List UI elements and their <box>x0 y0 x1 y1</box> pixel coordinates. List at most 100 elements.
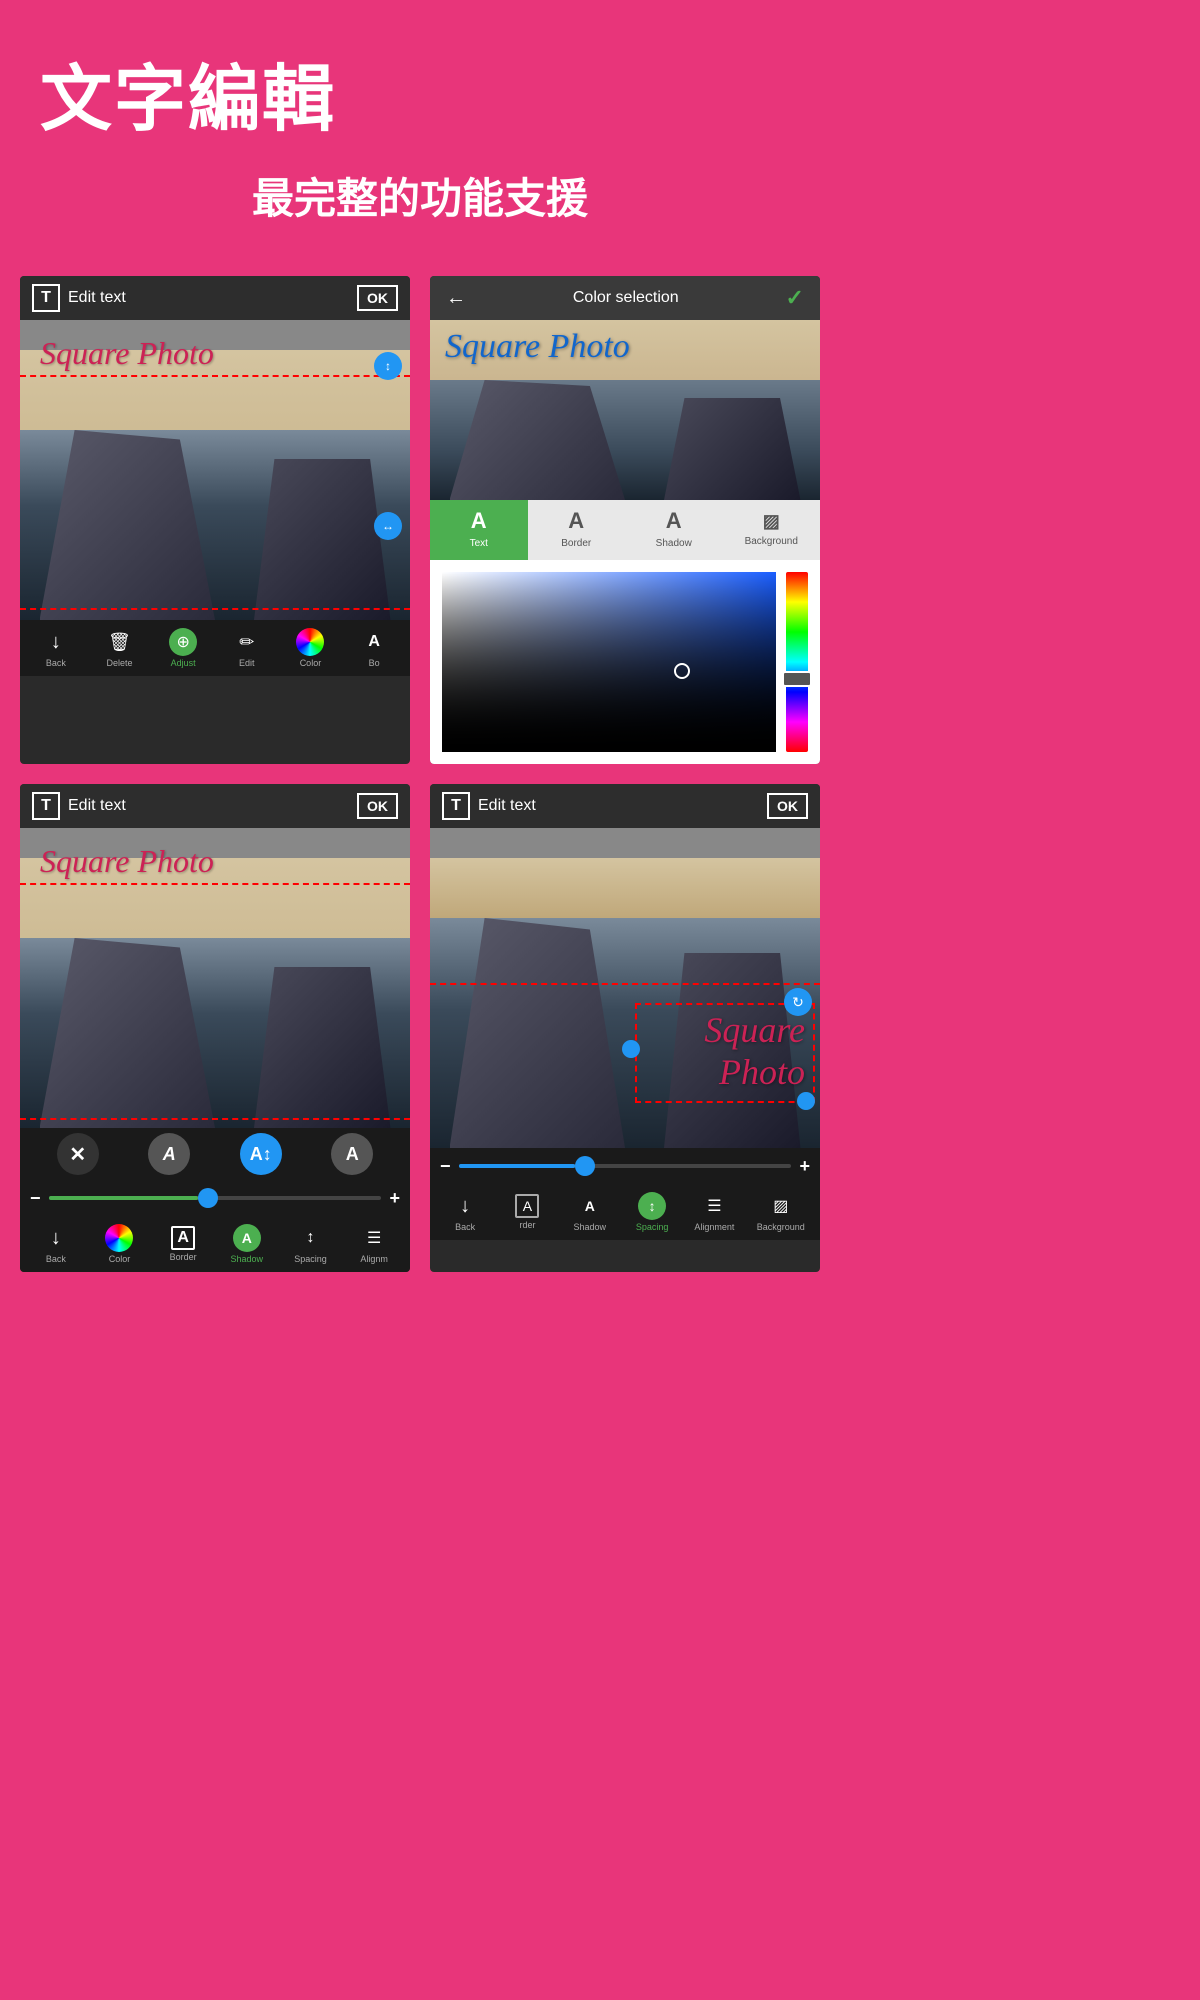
dashed-top-3 <box>20 883 410 885</box>
tab-background[interactable]: ▨ Background <box>723 500 821 560</box>
toolbar-spacing-3[interactable]: ↕ Spacing <box>290 1224 330 1264</box>
script-line1-4: Square <box>704 1009 805 1051</box>
hue-thumb[interactable] <box>782 671 812 687</box>
corner-handle-4[interactable] <box>797 1092 815 1110</box>
ok-button-3[interactable]: OK <box>357 793 398 819</box>
tab-text[interactable]: A Text <box>430 500 528 560</box>
slider-thumb-3[interactable] <box>198 1188 218 1208</box>
dark-photo-3 <box>20 938 410 1128</box>
color-back-arrow[interactable]: ← <box>446 287 466 310</box>
toolbar-back-4[interactable]: ↓ Back <box>445 1192 485 1232</box>
card-edit-text-1: T Edit text OK Square Photo ↕ <box>20 276 410 764</box>
blue-handle-tr[interactable]: ↕ <box>374 352 402 380</box>
slider-fill-4 <box>459 1164 576 1168</box>
slider-track-3[interactable] <box>49 1196 382 1200</box>
toolbar-back-1[interactable]: ↓ Back <box>36 628 76 668</box>
color-person-left <box>450 380 626 500</box>
ok-button-1[interactable]: OK <box>357 285 398 311</box>
toolbar-bo-1[interactable]: A Bo <box>354 628 394 668</box>
slider-area-4: − + <box>430 1148 820 1184</box>
topbar-1: T Edit text OK <box>20 276 410 320</box>
dark-photo-1 <box>20 430 410 620</box>
topbar-4: T Edit text OK <box>430 784 820 828</box>
style-btn-3[interactable]: A <box>331 1133 373 1175</box>
size-up-btn-3[interactable]: A↕ <box>240 1133 282 1175</box>
color-script-text: Square Photo <box>445 328 630 366</box>
person-right-3 <box>254 967 391 1129</box>
color-check[interactable]: ✓ <box>786 285 804 311</box>
left-handle-4[interactable] <box>622 1040 640 1058</box>
slider-plus-4[interactable]: + <box>799 1156 810 1177</box>
dashed-mid-4 <box>430 983 820 985</box>
slider-fill-3 <box>49 1196 199 1200</box>
topbar-left-3: T Edit text <box>32 792 126 820</box>
tab-text-label: Text <box>470 538 488 549</box>
color-person-right <box>664 398 801 500</box>
script-text-1: Square Photo <box>40 335 214 372</box>
color-gradient-box[interactable] <box>442 572 776 752</box>
slider-minus-3[interactable]: − <box>30 1188 41 1209</box>
tab-border[interactable]: A Border <box>528 500 626 560</box>
photo-area-3: Square Photo <box>20 828 410 1128</box>
topbar-left-1: T Edit text <box>32 284 126 312</box>
bottom-toolbar-1: ↓ Back 🗑 Delete ⊕ Adjust ✏ Edit Color A <box>20 620 410 676</box>
toolbar-back-3[interactable]: ↓ Back <box>36 1224 76 1264</box>
bottom-toolbar-3: ↓ Back Color A Border A Shadow ↕ Spacing… <box>20 1216 410 1272</box>
dashed-top-1 <box>20 375 410 377</box>
toolbar-background-4[interactable]: ▨ Background <box>757 1192 805 1232</box>
color-cursor[interactable] <box>674 663 690 679</box>
toolbar-adjust-1[interactable]: ⊕ Adjust <box>163 628 203 668</box>
person-right-1 <box>254 459 391 621</box>
toolbar-alignment-4[interactable]: ☰ Alignment <box>694 1192 734 1232</box>
color-dark-area <box>430 380 820 500</box>
hero-title: 文字編輯 <box>0 0 840 155</box>
card-edit-text-2: T Edit text OK Square Photo ✕ A A↕ A <box>20 784 410 1272</box>
cancel-btn-3[interactable]: ✕ <box>57 1133 99 1175</box>
color-picker-area <box>430 560 820 764</box>
color-hue-bar[interactable] <box>786 572 808 752</box>
toolbar-color-3[interactable]: Color <box>99 1224 139 1264</box>
edit-text-label-4: Edit text <box>478 797 536 815</box>
color-topbar: ← Color selection ✓ <box>430 276 820 320</box>
slider-track-4[interactable] <box>459 1164 792 1168</box>
person-left-1 <box>40 430 216 620</box>
photo-area-1: Square Photo ↕ ↔ <box>20 320 410 620</box>
edit-text-label-3: Edit text <box>68 797 126 815</box>
person-left-3 <box>40 938 216 1128</box>
toolbar-spacing-4[interactable]: ↕ Spacing <box>632 1192 672 1232</box>
toolbar-edit-1[interactable]: ✏ Edit <box>227 628 267 668</box>
gray-bar-4 <box>430 828 820 858</box>
gradient-v <box>442 572 776 752</box>
toolbar-shadow-4[interactable]: A Shadow <box>570 1192 610 1232</box>
toolbar-delete-1[interactable]: 🗑 Delete <box>99 628 139 668</box>
script-text-3: Square Photo <box>40 843 214 880</box>
slider-area-3: − + <box>20 1180 410 1216</box>
toolbar-border-4[interactable]: A rder <box>507 1194 547 1230</box>
tab-shadow[interactable]: A Shadow <box>625 500 723 560</box>
tab-shadow-label: Shadow <box>656 538 692 549</box>
toolbar-color-1[interactable]: Color <box>290 628 330 668</box>
text-icon-4: T <box>442 792 470 820</box>
color-selection-title: Color selection <box>573 289 679 307</box>
script-text-area-4: Square Photo <box>704 1009 805 1093</box>
photo-area-4: Square Photo ↻ <box>430 828 820 1148</box>
slider-minus-4[interactable]: − <box>440 1156 451 1177</box>
dashed-bottom-1 <box>20 608 410 610</box>
toolbar-shadow-3[interactable]: A Shadow <box>227 1224 267 1264</box>
ok-button-4[interactable]: OK <box>767 793 808 819</box>
bottom-toolbar-4: ↓ Back A rder A Shadow ↕ Spacing ☰ Align… <box>430 1184 820 1240</box>
toolbar-border-3[interactable]: A Border <box>163 1226 203 1262</box>
toolbar-align-3[interactable]: ☰ Alignm <box>354 1224 394 1264</box>
topbar-left-4: T Edit text <box>442 792 536 820</box>
italic-btn-3[interactable]: A <box>148 1133 190 1175</box>
tab-border-label: Border <box>561 538 591 549</box>
color-photo-area: Square Photo <box>430 320 820 500</box>
slider-plus-3[interactable]: + <box>389 1188 400 1209</box>
slider-thumb-4[interactable] <box>575 1156 595 1176</box>
text-icon-1: T <box>32 284 60 312</box>
card-color-selection: ← Color selection ✓ Square Photo A Text … <box>430 276 820 764</box>
text-icon-3: T <box>32 792 60 820</box>
tab-background-label: Background <box>745 536 798 547</box>
cream-top-4 <box>430 858 820 918</box>
blue-handle-br[interactable]: ↔ <box>374 512 402 540</box>
